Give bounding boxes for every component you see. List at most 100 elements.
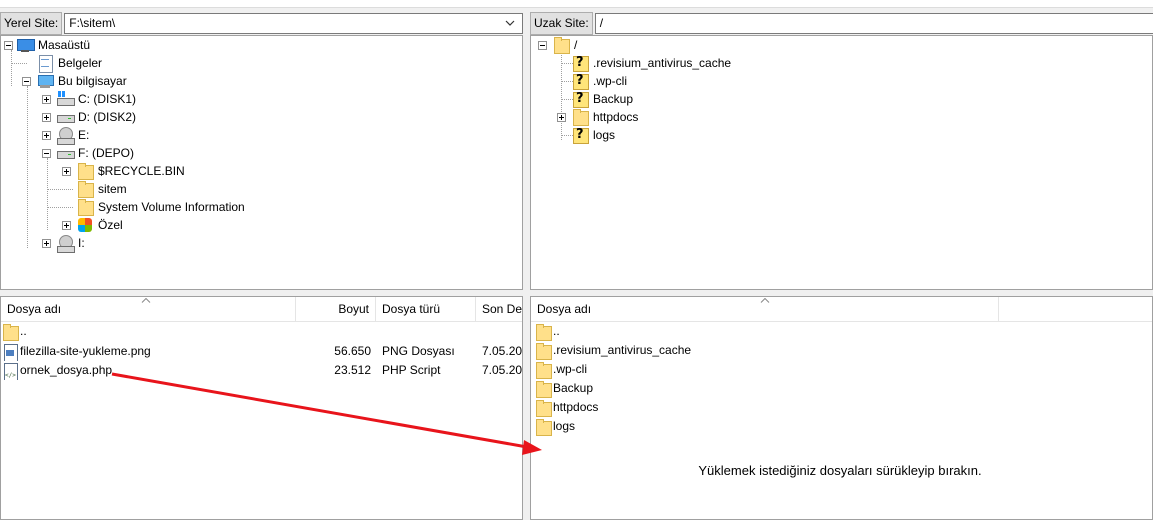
tree-connector bbox=[47, 207, 73, 208]
folder-icon bbox=[535, 380, 552, 398]
tree-item-documents[interactable]: Belgeler bbox=[37, 54, 103, 73]
tree-item-drive-c[interactable]: C: (DISK1) bbox=[57, 90, 137, 108]
column-header-modified[interactable]: Son Değ bbox=[476, 297, 522, 322]
expand-toggle[interactable] bbox=[42, 95, 51, 104]
remote-directory-tree[interactable]: / .revisium_antivirus_cache .wp-cli Back… bbox=[530, 35, 1153, 290]
column-header-type[interactable]: Dosya türü bbox=[376, 297, 476, 322]
tree-item-label: Masaüstü bbox=[38, 38, 91, 52]
table-row[interactable]: filezilla-site-yukleme.png 56.650 PNG Do… bbox=[1, 342, 522, 361]
tree-item-label: D: (DISK2) bbox=[78, 110, 137, 124]
file-name: .. bbox=[553, 324, 560, 338]
tree-item-drive-e[interactable]: E: bbox=[57, 126, 90, 145]
tree-item-label: C: (DISK1) bbox=[78, 92, 137, 106]
file-type: PHP Script bbox=[382, 363, 441, 377]
pane-splitter-vertical[interactable] bbox=[523, 10, 530, 520]
tree-item-label: E: bbox=[78, 128, 90, 142]
drive-icon bbox=[57, 145, 75, 161]
window-top-edge bbox=[0, 0, 1153, 8]
special-folder-icon bbox=[77, 217, 93, 233]
list-item[interactable]: Backup bbox=[531, 379, 1152, 398]
tree-item-label: I: bbox=[78, 236, 85, 250]
tree-item-logs[interactable]: logs bbox=[572, 126, 616, 144]
tree-item-this-pc[interactable]: Bu bilgisayar bbox=[37, 72, 128, 90]
tree-item-revisium[interactable]: .revisium_antivirus_cache bbox=[572, 54, 732, 72]
tree-item-sitem[interactable]: sitem bbox=[77, 180, 128, 198]
cd-drive-icon bbox=[57, 235, 75, 253]
tree-item-httpdocs[interactable]: httpdocs bbox=[572, 108, 639, 126]
local-site-bar: Yerel Site: F:\sitem\ bbox=[0, 12, 523, 35]
tree-item-label: .revisium_antivirus_cache bbox=[593, 56, 732, 70]
remote-file-list[interactable]: Dosya adı .. .revisium_antivirus_cache .… bbox=[530, 296, 1153, 520]
local-site-path-input[interactable]: F:\sitem\ bbox=[64, 13, 523, 34]
file-name: filezilla-site-yukleme.png bbox=[20, 344, 151, 358]
tree-item-drive-d[interactable]: D: (DISK2) bbox=[57, 108, 137, 126]
cd-drive-icon bbox=[57, 127, 75, 145]
tree-item-ozel[interactable]: Özel bbox=[77, 216, 124, 234]
folder-icon bbox=[77, 163, 94, 180]
file-name: ornek_dosya.php bbox=[20, 363, 113, 377]
remote-site-path-input[interactable]: / bbox=[594, 13, 1153, 34]
column-header-size[interactable]: Boyut bbox=[296, 297, 376, 322]
local-file-list[interactable]: Dosya adı Boyut Dosya türü Son Değ .. fi… bbox=[0, 296, 523, 520]
tree-connector bbox=[27, 86, 28, 248]
expand-toggle[interactable] bbox=[62, 221, 71, 230]
collapse-toggle[interactable] bbox=[22, 77, 31, 86]
drive-icon bbox=[57, 109, 75, 125]
collapse-toggle[interactable] bbox=[42, 149, 51, 158]
file-modified: 7.05.202 bbox=[482, 363, 523, 377]
expand-toggle[interactable] bbox=[42, 113, 51, 122]
file-size: 56.650 bbox=[334, 344, 371, 358]
tree-item-desktop[interactable]: Masaüstü bbox=[17, 36, 91, 54]
local-directory-tree[interactable]: Masaüstü Belgeler Bu bilgisayar C: (DISK… bbox=[0, 35, 523, 290]
file-name: Backup bbox=[553, 381, 594, 395]
documents-icon bbox=[37, 55, 53, 73]
unknown-folder-icon bbox=[572, 54, 589, 72]
remote-file-list-header: Dosya adı bbox=[531, 297, 1152, 322]
tree-item-label: F: (DEPO) bbox=[78, 146, 134, 160]
tree-item-backup[interactable]: Backup bbox=[572, 90, 634, 108]
remote-site-label: Uzak Site: bbox=[530, 12, 593, 35]
expand-toggle[interactable] bbox=[42, 131, 51, 140]
tree-item-recycle-bin[interactable]: $RECYCLE.BIN bbox=[77, 162, 186, 180]
folder-icon bbox=[2, 323, 19, 341]
unknown-folder-icon bbox=[572, 90, 589, 108]
unknown-folder-icon bbox=[572, 126, 589, 144]
tree-item-drive-f[interactable]: F: (DEPO) bbox=[57, 144, 135, 162]
collapse-toggle[interactable] bbox=[4, 41, 13, 50]
list-item[interactable]: logs bbox=[531, 417, 1152, 436]
file-name: .. bbox=[20, 324, 27, 338]
list-item[interactable]: .wp-cli bbox=[531, 360, 1152, 379]
tree-item-label: Backup bbox=[593, 92, 634, 106]
local-site-path-text: F:\sitem\ bbox=[69, 16, 116, 30]
list-item[interactable]: httpdocs bbox=[531, 398, 1152, 417]
expand-toggle[interactable] bbox=[62, 167, 71, 176]
tree-connector bbox=[47, 158, 48, 230]
folder-icon bbox=[77, 199, 94, 216]
list-item[interactable]: .revisium_antivirus_cache bbox=[531, 341, 1152, 360]
file-modified: 7.05.202 bbox=[482, 344, 523, 358]
list-item[interactable]: .. bbox=[531, 322, 1152, 341]
folder-icon bbox=[535, 342, 552, 360]
tree-item-label: Belgeler bbox=[58, 56, 103, 70]
tree-item-system-volume-information[interactable]: System Volume Information bbox=[77, 198, 246, 216]
folder-icon bbox=[535, 418, 552, 436]
column-header-name[interactable]: Dosya adı bbox=[1, 297, 296, 322]
collapse-toggle[interactable] bbox=[538, 41, 547, 50]
tree-item-root[interactable]: / bbox=[553, 36, 578, 54]
table-row[interactable]: .. bbox=[1, 322, 522, 341]
column-header-name[interactable]: Dosya adı bbox=[531, 297, 999, 322]
unknown-folder-icon bbox=[572, 72, 589, 90]
tree-item-wp-cli[interactable]: .wp-cli bbox=[572, 72, 628, 90]
table-row[interactable]: ornek_dosya.php 23.512 PHP Script 7.05.2… bbox=[1, 361, 522, 380]
chevron-down-icon[interactable] bbox=[504, 17, 516, 29]
tree-item-label: Bu bilgisayar bbox=[58, 74, 127, 88]
expand-toggle[interactable] bbox=[42, 239, 51, 248]
png-file-icon bbox=[2, 343, 18, 361]
tree-item-drive-i[interactable]: I: bbox=[57, 234, 86, 253]
windows-drive-icon bbox=[57, 91, 75, 107]
expand-toggle[interactable] bbox=[557, 113, 566, 122]
tree-connector bbox=[11, 50, 12, 86]
tree-item-label: Özel bbox=[98, 218, 123, 232]
file-name: httpdocs bbox=[553, 400, 599, 414]
tree-item-label: .wp-cli bbox=[593, 74, 628, 88]
